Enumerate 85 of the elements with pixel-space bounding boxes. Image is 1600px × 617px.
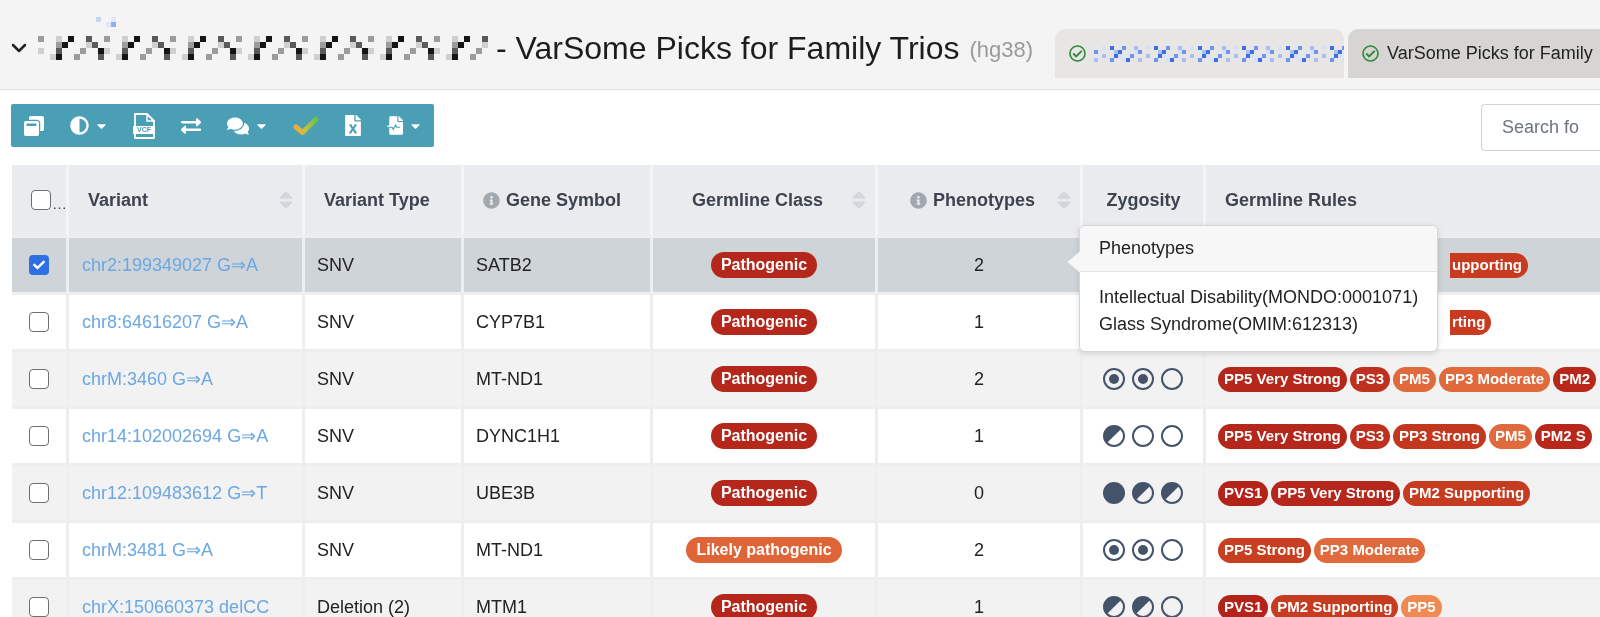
table-cell: DYNC1H1 xyxy=(461,409,650,463)
table-row[interactable]: chrX:150660373 delCC Deletion (2) MTM1 Pathogenic 1 PVS1 PM2 Supporting PP5 xyxy=(12,580,1600,617)
column-title: Phenotypes xyxy=(933,188,1035,212)
table-cell: 0 xyxy=(875,466,1080,520)
rule-tag: PP5 Very Strong xyxy=(1218,366,1347,392)
contrast-icon xyxy=(70,116,89,135)
table-cell: SNV xyxy=(302,295,461,349)
checkbox[interactable] xyxy=(31,190,51,210)
rule-tag: PP5 Very Strong xyxy=(1218,423,1347,449)
info-icon[interactable] xyxy=(483,191,500,209)
classification-tag: Pathogenic xyxy=(710,480,818,506)
table-cell: SNV xyxy=(302,238,461,292)
checkbox[interactable] xyxy=(29,426,49,446)
table-cell: SNV xyxy=(302,523,461,577)
table-row[interactable]: chrM:3481 G⇒A SNV MT-ND1 Likely pathogenic 2 PP5 Strong PP3 Moderate xyxy=(12,523,1600,577)
column-title: Zygosity xyxy=(1106,188,1181,212)
rule-tag: PM2 Supporting xyxy=(1403,480,1531,506)
rule-tag: PVS1 xyxy=(1218,480,1269,506)
column-title: Gene Symbol xyxy=(506,188,622,212)
assembly-label: (hg38) xyxy=(969,37,1034,63)
rule-tag: PS3 xyxy=(1349,423,1391,449)
table-cell: MT-ND1 xyxy=(461,352,650,406)
rule-tag: PM5 xyxy=(1393,366,1436,392)
table-cell: 2 xyxy=(875,523,1080,577)
windows-icon xyxy=(24,115,44,136)
checkbox[interactable] xyxy=(29,483,49,503)
search-field[interactable]: Search fo xyxy=(1481,104,1600,151)
rule-tag: upporting xyxy=(1450,252,1528,278)
column-title: Variant Type xyxy=(324,188,430,212)
table-cell: SNV xyxy=(302,352,461,406)
table-cell: MTM1 xyxy=(461,580,650,617)
table-cell: MT-ND1 xyxy=(461,523,650,577)
table-cell: 1 xyxy=(875,409,1080,463)
rule-tag: PM5 xyxy=(1488,423,1532,449)
column-title: Germline Class xyxy=(691,188,824,212)
rule-tag: PVS1 xyxy=(1218,594,1269,617)
classification-tag: Pathogenic xyxy=(710,309,818,335)
swap-arrows-icon xyxy=(181,115,201,136)
column-title: Variant xyxy=(88,188,149,212)
speech-bubbles-icon xyxy=(227,115,249,136)
table-row[interactable]: chr12:109483612 G⇒T SNV UBE3B Pathogenic 0 PVS1 PP5 Very Strong PM2 Supporting xyxy=(12,466,1600,520)
checkbox[interactable] xyxy=(29,597,49,617)
table-cell: 2 xyxy=(875,352,1080,406)
checkbox[interactable] xyxy=(29,540,49,560)
rule-tag: PP5 Very Strong xyxy=(1271,480,1401,506)
table-cell: UBE3B xyxy=(461,466,650,520)
column-title: Germline Rules xyxy=(1225,188,1358,212)
classification-tag: Pathogenic xyxy=(710,594,818,617)
rule-tag: PM2 S xyxy=(1534,423,1592,449)
checkbox[interactable] xyxy=(29,312,49,332)
table-cell: SATB2 xyxy=(461,238,650,292)
excel-file-icon xyxy=(345,115,361,136)
page-title: - VarSome Picks for Family Trios xyxy=(496,29,960,67)
pulse-file-icon xyxy=(387,115,403,136)
classification-tag: Pathogenic xyxy=(710,423,818,449)
classification-tag: Pathogenic xyxy=(710,252,818,278)
file-icon xyxy=(133,112,155,139)
table-cell: CYP7B1 xyxy=(461,295,650,349)
tab[interactable] xyxy=(1055,29,1344,78)
rule-tag: PS3 xyxy=(1349,366,1391,392)
rule-tag: PP5 xyxy=(1401,594,1442,617)
rule-tag: rting xyxy=(1450,309,1492,335)
rule-tag: PM2 Supporting xyxy=(1271,594,1399,617)
table-cell: SNV xyxy=(302,409,461,463)
phenotype-entry: Glass Syndrome(OMIM:612313) xyxy=(1099,313,1360,336)
rule-tag: PM2 xyxy=(1553,366,1596,392)
popover-title: Phenotypes xyxy=(1080,226,1438,272)
tab[interactable]: VarSome Picks for Family xyxy=(1348,29,1600,78)
rule-tag: PP3 Moderate xyxy=(1313,537,1426,563)
classification-tag: Pathogenic xyxy=(710,366,818,392)
info-icon[interactable] xyxy=(910,191,927,209)
rule-tag: PP3 Strong xyxy=(1393,423,1486,449)
checkmark-icon xyxy=(33,259,45,271)
table-row[interactable]: chrM:3460 G⇒A SNV MT-ND1 Pathogenic 2 PP5 Very Strong PS3 PM5 PP3 Moderate PM2 xyxy=(12,352,1600,406)
table-row[interactable]: chr14:102002694 G⇒A SNV DYNC1H1 Pathogenic 1 PP5 Very Strong PS3 PP3 Strong PM5 PM2 S xyxy=(12,409,1600,463)
rule-tag: PP5 Strong xyxy=(1218,537,1311,563)
classification-tag: Likely pathogenic xyxy=(686,537,842,563)
table-cell: Deletion (2) xyxy=(302,580,461,617)
ellipsis-text: … xyxy=(52,195,67,211)
rule-tag: PP3 Moderate xyxy=(1438,366,1551,392)
checkbox[interactable] xyxy=(29,255,49,275)
checkbox[interactable] xyxy=(29,369,49,389)
table-cell: 1 xyxy=(875,580,1080,617)
checkmark-icon xyxy=(293,115,319,136)
table-cell: SNV xyxy=(302,466,461,520)
